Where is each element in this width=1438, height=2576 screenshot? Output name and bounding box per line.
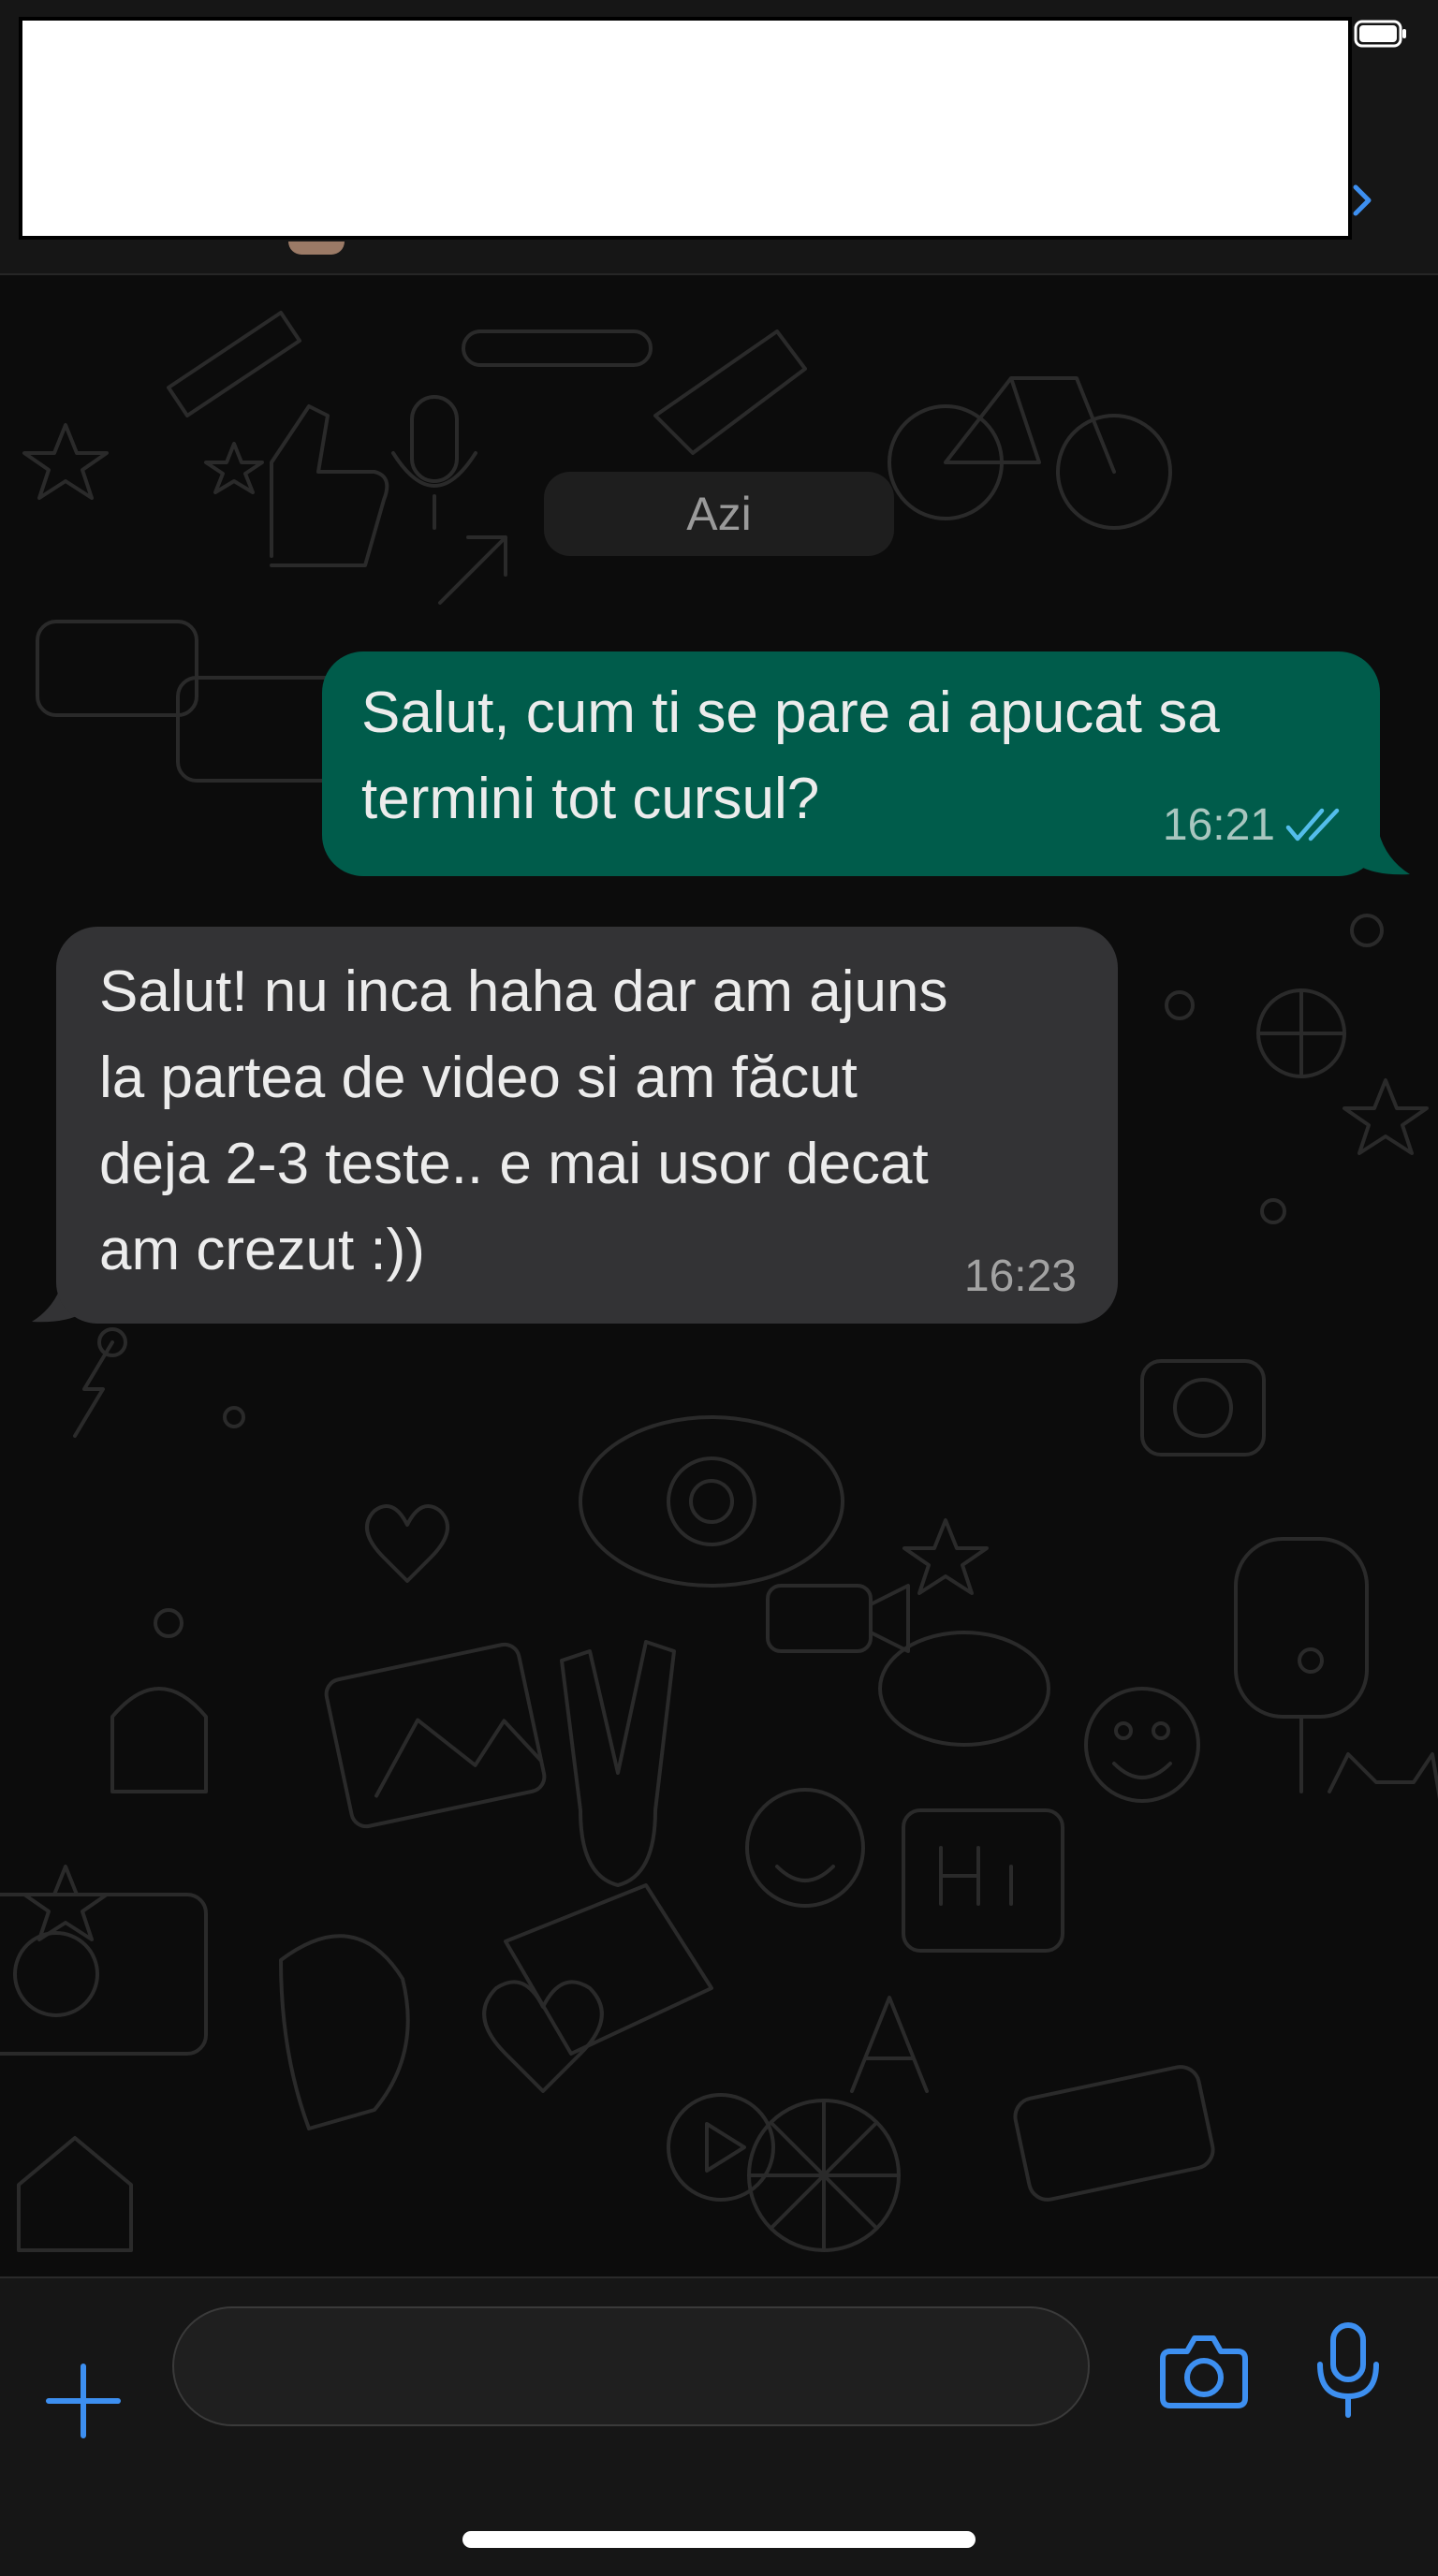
message-time: 16:23 xyxy=(963,1251,1077,1301)
incoming-message-bubble[interactable]: Salut! nu inca haha dar am ajuns la part… xyxy=(56,927,1118,1324)
message-list[interactable]: Azi Salut, cum ti se pare ai apucat sa t… xyxy=(0,275,1438,2276)
message-composer xyxy=(0,2276,1438,2576)
camera-icon[interactable] xyxy=(1159,2331,1249,2409)
chevron-right-icon[interactable] xyxy=(1348,180,1376,221)
message-input[interactable] xyxy=(172,2306,1090,2426)
outgoing-message-bubble[interactable]: Salut, cum ti se pare ai apucat sa termi… xyxy=(322,651,1380,876)
home-indicator[interactable] xyxy=(462,2531,976,2548)
message-meta: 16:21 xyxy=(1163,799,1346,852)
double-check-read-icon xyxy=(1285,808,1340,842)
message-meta: 16:23 xyxy=(964,1251,1077,1303)
redacted-contact-info xyxy=(19,17,1352,240)
date-divider: Azi xyxy=(544,472,894,556)
message-time: 16:21 xyxy=(1162,800,1275,850)
chat-header xyxy=(0,0,1438,275)
battery-icon xyxy=(1354,20,1406,48)
contact-avatar[interactable] xyxy=(288,242,345,255)
plus-icon[interactable] xyxy=(43,2361,124,2441)
chat-screen: Azi Salut, cum ti se pare ai apucat sa t… xyxy=(0,0,1438,2576)
microphone-icon[interactable] xyxy=(1313,2321,1384,2419)
message-text: Salut! nu inca haha dar am ajuns la part… xyxy=(99,959,948,1282)
